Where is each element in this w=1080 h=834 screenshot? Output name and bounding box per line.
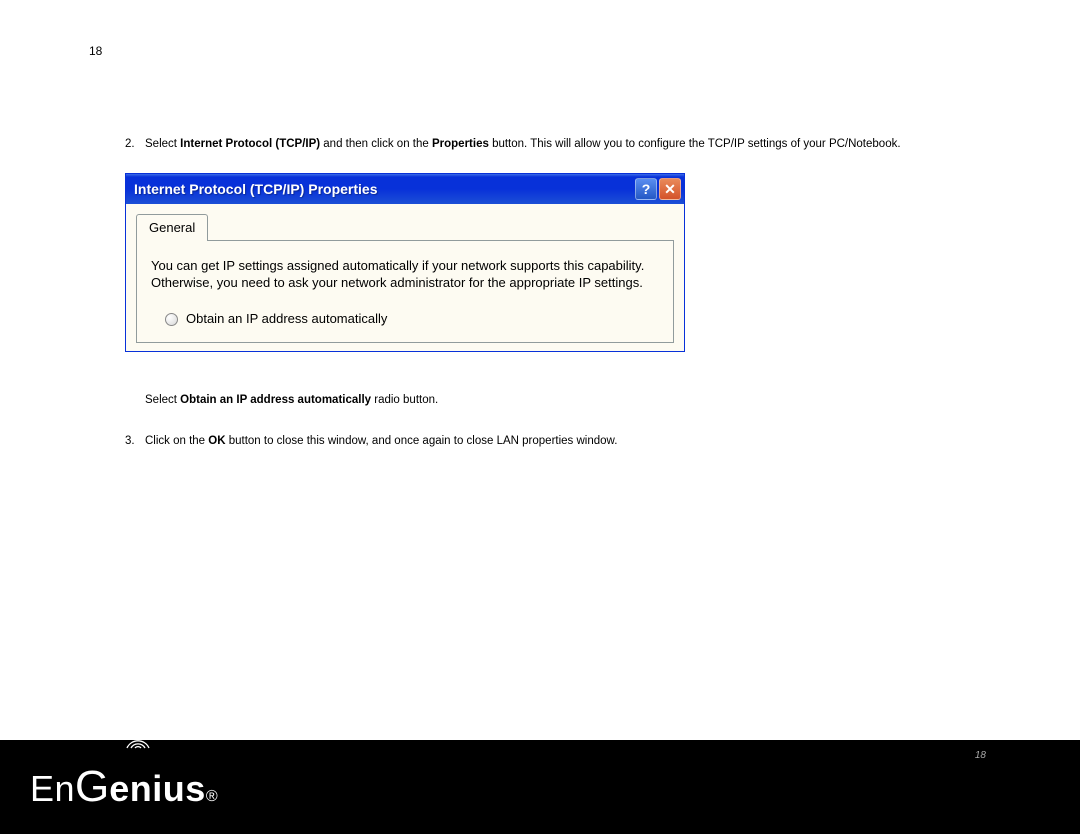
text: button to close this window, and once ag…	[226, 435, 618, 447]
tab-general[interactable]: General	[136, 214, 208, 241]
text: Click on the	[145, 435, 208, 447]
text: button. This will allow you to configure…	[489, 138, 901, 150]
window-titlebar: Internet Protocol (TCP/IP) Properties ? …	[126, 174, 684, 204]
step-text: Select Internet Protocol (TCP/IP) and th…	[145, 136, 990, 153]
document-content: 2. Select Internet Protocol (TCP/IP) and…	[125, 136, 990, 458]
radio-label: Obtain an IP address automatically	[186, 310, 387, 329]
instruction-step-2: 2. Select Internet Protocol (TCP/IP) and…	[125, 136, 990, 153]
bold-text: Obtain an IP address automatically	[180, 394, 371, 406]
radio-obtain-ip-auto[interactable]: Obtain an IP address automatically	[165, 310, 659, 329]
after-window-text: Select Obtain an IP address automaticall…	[125, 392, 990, 449]
bold-text: Properties	[432, 138, 489, 150]
text: radio button.	[371, 394, 438, 406]
window-body: General You can get IP settings assigned…	[126, 204, 684, 352]
instruction-substep: Select Obtain an IP address automaticall…	[145, 392, 990, 409]
bold-text: OK	[208, 435, 225, 447]
instruction-step-3: 3. Click on the OK button to close this …	[125, 433, 990, 450]
window-title: Internet Protocol (TCP/IP) Properties	[134, 179, 377, 199]
brand-logo: EnGenius®	[30, 762, 218, 812]
bold-text: Internet Protocol (TCP/IP)	[180, 138, 320, 150]
step-number: 2.	[125, 136, 145, 153]
text: and then click on the	[320, 138, 432, 150]
step-text: Click on the OK button to close this win…	[145, 433, 990, 450]
info-text: You can get IP settings assigned automat…	[151, 257, 659, 292]
tcpip-properties-window: Internet Protocol (TCP/IP) Properties ? …	[125, 173, 685, 353]
titlebar-buttons: ? ✕	[635, 178, 681, 200]
close-button[interactable]: ✕	[659, 178, 681, 200]
brand-text-en: En	[30, 768, 75, 810]
footer-page-number: 18	[975, 750, 986, 761]
text: Select	[145, 138, 180, 150]
tab-panel-general: You can get IP settings assigned automat…	[136, 240, 674, 344]
radio-icon	[165, 313, 178, 326]
tab-strip: General	[136, 214, 674, 241]
text: Select	[145, 394, 180, 406]
page-number-top: 18	[89, 44, 102, 58]
wifi-icon	[123, 732, 153, 750]
brand-text-rest: enius	[109, 768, 206, 810]
help-button[interactable]: ?	[635, 178, 657, 200]
page-footer: 18 EnGenius®	[0, 740, 1080, 834]
brand-registered-icon: ®	[206, 788, 218, 806]
step-number: 3.	[125, 433, 145, 450]
brand-text-g: G	[75, 762, 109, 812]
